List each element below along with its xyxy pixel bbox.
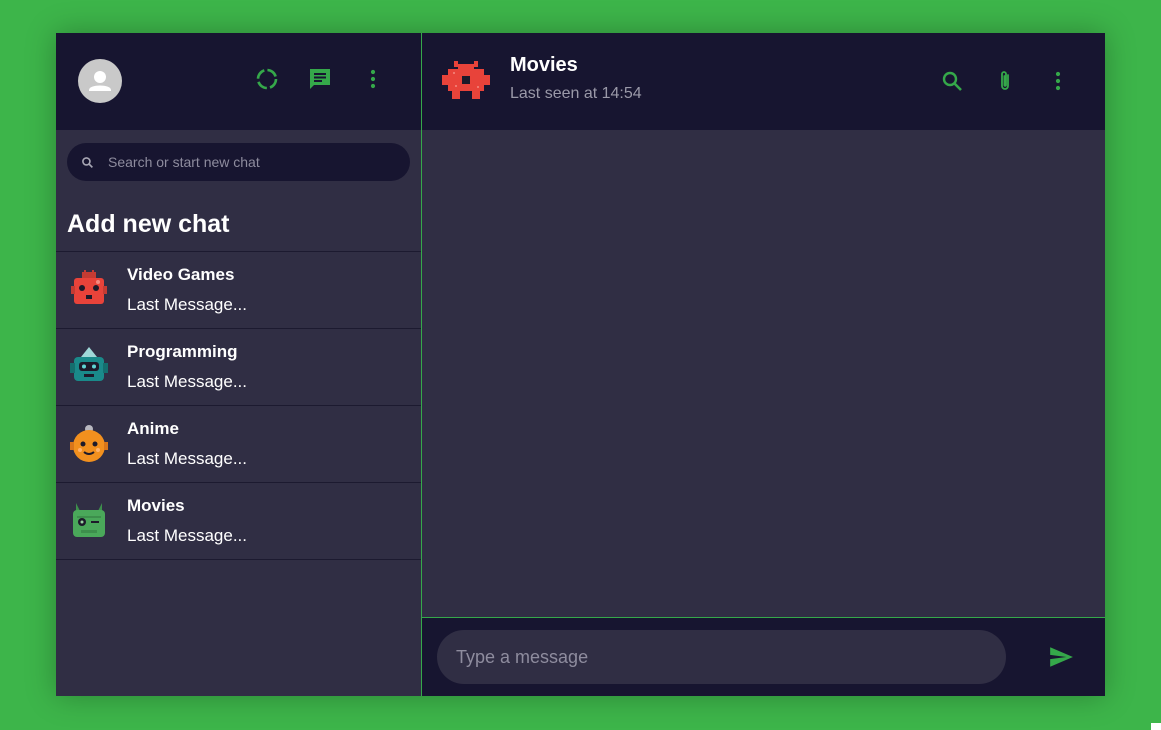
status-icon xyxy=(256,68,278,90)
chat-item-anime[interactable]: Anime Last Message... xyxy=(56,406,421,483)
search-container xyxy=(56,130,421,181)
chat-item-movies[interactable]: Movies Last Message... xyxy=(56,483,421,560)
person-icon xyxy=(89,70,111,91)
sidebar-menu-button[interactable] xyxy=(360,66,386,92)
anime-avatar xyxy=(70,425,108,462)
new-chat-button[interactable] xyxy=(307,66,333,92)
attach-icon xyxy=(1001,71,1009,90)
chat-header: Movies Last seen at 14:54 xyxy=(422,33,1105,130)
chat-name: Video Games xyxy=(127,265,235,284)
chat-name: Movies xyxy=(127,496,185,515)
user-avatar[interactable] xyxy=(78,58,122,103)
last-seen: Last seen at 14:54 xyxy=(510,85,642,102)
chat-header-icons xyxy=(912,68,1071,94)
search-input[interactable] xyxy=(106,153,390,171)
programming-avatar xyxy=(70,347,108,381)
send-icon xyxy=(1050,647,1073,667)
more-vert-icon xyxy=(370,69,376,89)
room-avatar[interactable] xyxy=(442,59,490,103)
add-new-chat[interactable]: Add new chat xyxy=(56,181,421,252)
status-button[interactable] xyxy=(254,66,280,92)
sidebar-header-icons xyxy=(254,66,413,92)
room-name: Movies xyxy=(510,54,578,76)
chat-name: Anime xyxy=(127,419,179,438)
sidebar: Add new chat Video Games Last Message... xyxy=(56,33,422,696)
search-icon xyxy=(82,156,93,168)
message-composer xyxy=(422,618,1105,696)
chat-last-message: Last Message... xyxy=(127,526,248,545)
sidebar-header xyxy=(56,33,421,130)
send-button[interactable] xyxy=(1048,644,1074,670)
chat-name: Programming xyxy=(127,342,238,361)
corner-patch xyxy=(1151,723,1161,730)
search-messages-button[interactable] xyxy=(939,68,965,94)
chat-last-message: Last Message... xyxy=(127,295,248,314)
chat-item-video-games[interactable]: Video Games Last Message... xyxy=(56,252,421,329)
chat-last-message: Last Message... xyxy=(127,372,248,391)
attach-button[interactable] xyxy=(992,68,1018,94)
chat-last-message: Last Message... xyxy=(127,449,248,468)
chat-app: Add new chat Video Games Last Message... xyxy=(56,33,1105,696)
search-icon xyxy=(942,71,962,91)
room-info[interactable]: Movies Last seen at 14:54 xyxy=(510,54,642,103)
message-input[interactable] xyxy=(454,645,989,669)
chat-menu-button[interactable] xyxy=(1045,68,1071,94)
message-area xyxy=(422,130,1105,618)
chat-icon xyxy=(310,69,330,89)
search-bar xyxy=(67,143,410,181)
chat-item-programming[interactable]: Programming Last Message... xyxy=(56,329,421,406)
chat-panel: Movies Last seen at 14:54 xyxy=(422,33,1105,696)
movies-avatar xyxy=(73,503,105,537)
more-vert-icon xyxy=(1055,71,1061,91)
message-input-container xyxy=(437,630,1006,684)
video-games-avatar xyxy=(71,270,107,304)
